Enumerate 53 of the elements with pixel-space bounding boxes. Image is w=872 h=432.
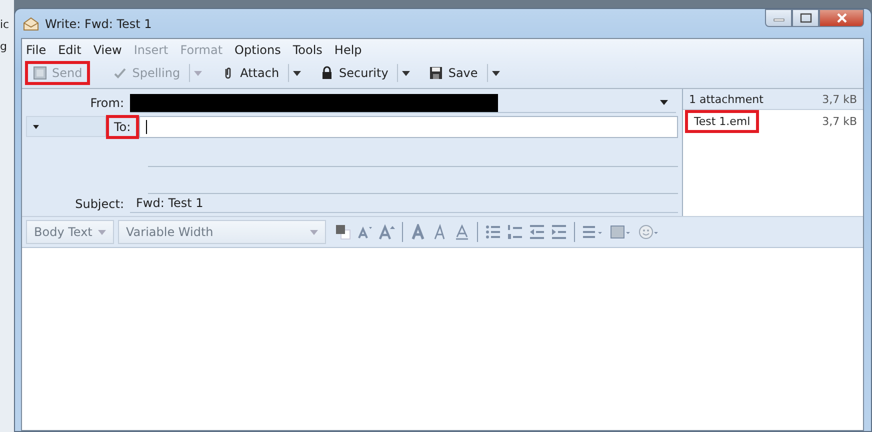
outdent-icon[interactable]	[529, 224, 545, 240]
to-field[interactable]	[138, 116, 678, 138]
menu-item[interactable]: Help	[334, 43, 362, 57]
close-button[interactable]	[819, 9, 864, 27]
attachment-item[interactable]: Test 1.eml	[685, 110, 760, 133]
to-label: To:	[106, 114, 139, 139]
caret-icon	[492, 70, 500, 76]
numbered-list-icon[interactable]	[507, 224, 523, 240]
window-title: Write: Fwd: Test 1	[45, 16, 152, 30]
underline-icon[interactable]	[454, 224, 470, 240]
align-icon[interactable]	[582, 224, 604, 240]
caret-icon	[194, 70, 202, 76]
menu-item[interactable]: Options	[234, 43, 281, 57]
maximize-button[interactable]	[792, 9, 819, 27]
text-color-icon[interactable]	[335, 224, 351, 240]
minimize-button[interactable]	[765, 9, 792, 27]
caret-icon	[98, 230, 106, 234]
smiley-icon[interactable]	[638, 224, 660, 240]
menu-item[interactable]: File	[26, 43, 46, 57]
indent-icon[interactable]	[551, 224, 567, 240]
larger-font-icon[interactable]	[379, 224, 395, 240]
send-icon	[33, 66, 47, 80]
close-icon	[836, 13, 848, 23]
security-button[interactable]: Security	[313, 62, 396, 84]
attachment-size: 3,7 kB	[822, 115, 857, 128]
caret-icon	[293, 70, 302, 76]
attachment-count: 1 attachment	[689, 93, 764, 106]
from-field[interactable]	[130, 94, 676, 113]
subject-field[interactable]: Fwd: Test 1	[130, 194, 678, 214]
checkmark-icon	[113, 66, 128, 80]
attach-button[interactable]: Attach	[214, 62, 286, 84]
caret-icon	[402, 70, 410, 76]
attachment-total-size: 3,7 kB	[822, 93, 857, 106]
bold-icon[interactable]	[410, 224, 426, 240]
bulleted-list-icon[interactable]	[485, 224, 501, 240]
save-button[interactable]: Save	[422, 62, 485, 84]
padlock-icon	[320, 66, 334, 80]
dropdown-icon	[660, 100, 668, 106]
font-select[interactable]: Variable Width	[118, 220, 326, 244]
caret-icon	[33, 124, 39, 129]
subject-label: Subject:	[74, 196, 125, 211]
smaller-font-icon[interactable]	[357, 224, 373, 240]
paragraph-style-select[interactable]: Body Text	[26, 220, 114, 244]
background-text: g	[0, 40, 8, 54]
maximize-icon	[800, 13, 812, 23]
caret-icon	[310, 230, 318, 234]
insert-image-icon[interactable]	[610, 224, 632, 240]
menu-item[interactable]: Tools	[292, 43, 322, 57]
from-label: From:	[89, 96, 125, 110]
menu-item[interactable]: Edit	[58, 43, 82, 57]
background-text: ic	[0, 18, 10, 32]
menu-item[interactable]: View	[93, 43, 122, 57]
envelope-icon	[23, 16, 39, 30]
